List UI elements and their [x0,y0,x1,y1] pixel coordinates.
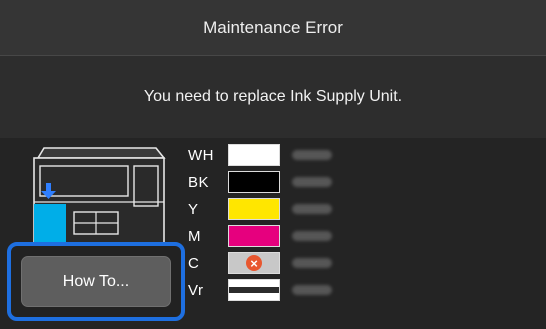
ink-code: WH [188,146,214,164]
title-bar: Maintenance Error [0,0,546,56]
ink-swatch [228,225,280,247]
ink-code: M [188,227,201,245]
ink-code: BK [188,173,210,191]
error-x-icon: × [246,255,262,271]
ink-row-y: Y [188,196,378,222]
ink-row-wh: WH [188,142,378,168]
ink-part-number-redacted [292,177,332,187]
ink-swatch: × [228,252,280,274]
page-title: Maintenance Error [203,17,343,37]
how-to-button-label: How To... [62,272,130,290]
how-to-focus-frame: How To... [7,242,185,321]
ink-row-m: M [188,223,378,249]
ink-part-number-redacted [292,258,332,268]
ink-code: C [188,254,200,272]
ink-swatch [228,144,280,166]
ink-part-number-redacted [292,231,332,241]
error-message-panel: You need to replace Ink Supply Unit. [0,56,546,138]
ink-row-vr: Vr [188,277,378,303]
printer-lid [36,147,166,159]
ink-part-number-redacted [292,150,332,160]
ink-code: Vr [188,281,204,299]
ink-swatch [228,171,280,193]
ink-part-number-redacted [292,285,332,295]
how-to-button[interactable]: How To... [21,256,171,307]
ink-swatch [228,279,280,301]
ink-part-number-redacted [292,204,332,214]
ink-row-c: C × [188,250,378,276]
ink-code: Y [188,200,199,218]
ink-row-bk: BK [188,169,378,195]
printer-illustration-icon [33,147,166,255]
error-message: You need to replace Ink Supply Unit. [143,88,403,105]
varnish-band [229,287,279,293]
ink-swatch [228,198,280,220]
